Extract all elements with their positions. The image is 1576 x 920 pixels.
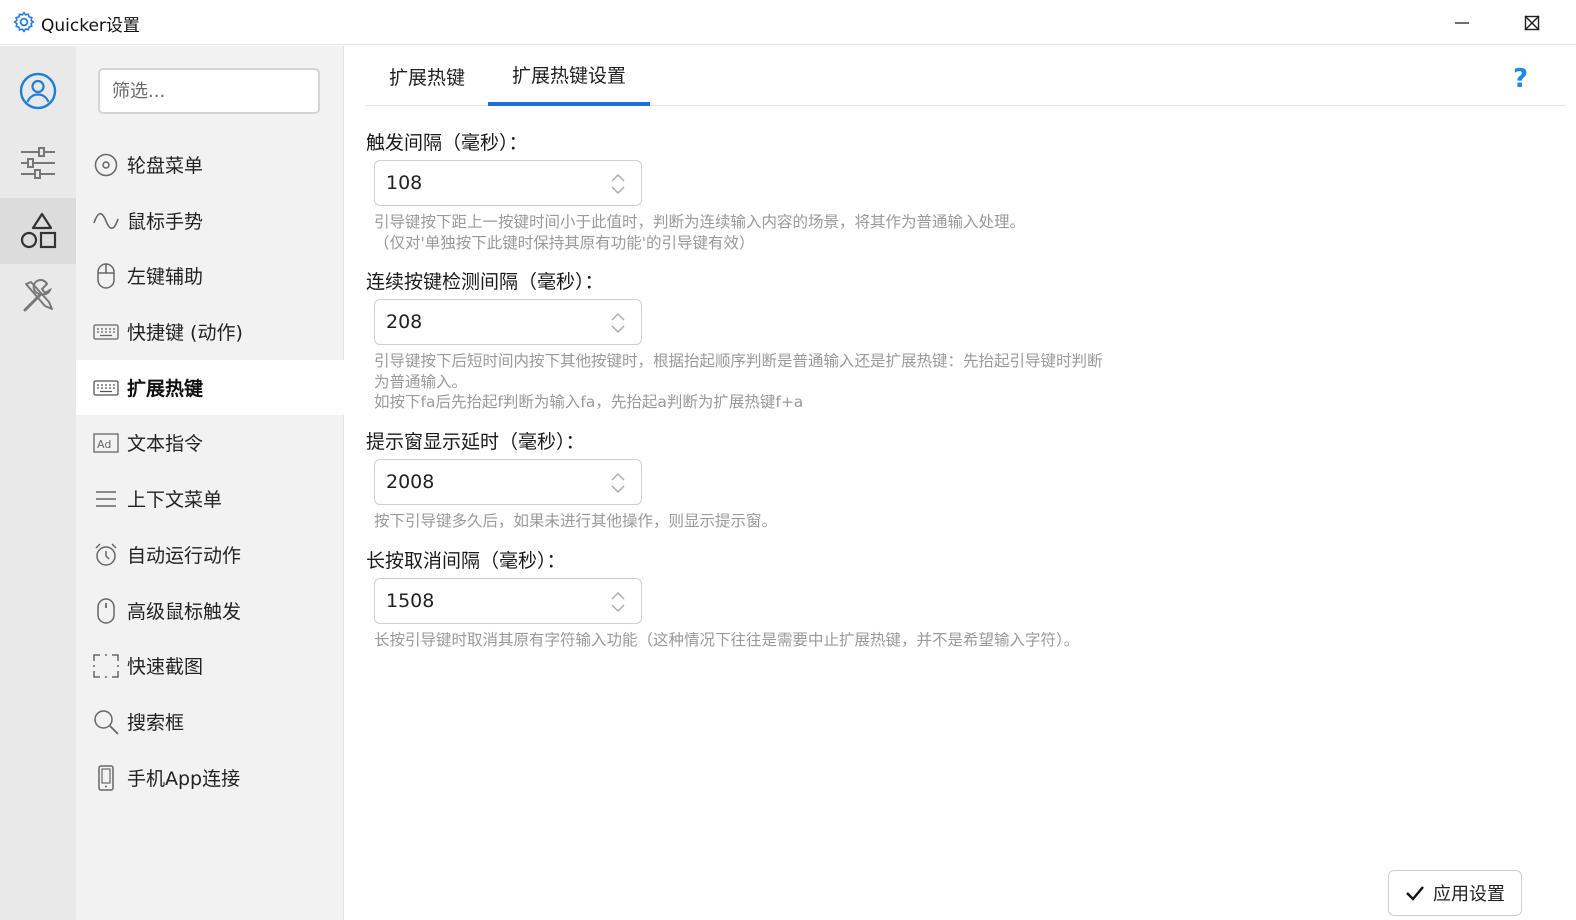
gesture-wave-icon bbox=[93, 208, 119, 234]
keyboard-icon bbox=[93, 375, 119, 401]
menu-item-label: 自动运行动作 bbox=[127, 545, 242, 567]
menu-item-wheel[interactable]: 轮盘菜单 bbox=[76, 137, 344, 192]
long-press-cancel-spinbox[interactable]: 1508 bbox=[374, 578, 642, 624]
wheel-icon bbox=[93, 152, 119, 178]
trigger-interval-spinbox[interactable]: 108 bbox=[374, 160, 642, 206]
menu-item-left-click[interactable]: 左键辅助 bbox=[76, 248, 344, 303]
spin-arrows-icon[interactable] bbox=[609, 170, 627, 198]
user-avatar-icon bbox=[19, 72, 57, 110]
keyboard-icon bbox=[93, 319, 119, 345]
menu-item-label: 文本指令 bbox=[127, 433, 204, 455]
menu-item-label: 轮盘菜单 bbox=[127, 155, 204, 177]
rail-tools-button[interactable] bbox=[0, 264, 76, 330]
menu-item-advanced-mouse[interactable]: 高级鼠标触发 bbox=[76, 583, 344, 638]
tools-icon bbox=[23, 279, 53, 312]
tooltip-delay-label: 提示窗显示延时（毫秒）： bbox=[366, 431, 585, 453]
sliders-icon bbox=[21, 147, 55, 179]
consecutive-key-interval-value[interactable]: 208 bbox=[386, 311, 422, 333]
consecutive-key-interval-spinbox[interactable]: 208 bbox=[374, 299, 642, 345]
checkmark-icon bbox=[1406, 886, 1424, 901]
tooltip-delay-value[interactable]: 2008 bbox=[386, 471, 434, 493]
spin-arrows-icon[interactable] bbox=[609, 588, 627, 616]
menu-item-label: 扩展热键 bbox=[127, 378, 204, 400]
feature-menu: 轮盘菜单 鼠标手势 左键辅助 快捷键 (动作) 扩展热键 Ad 文本指令 bbox=[76, 46, 344, 920]
menu-item-search-box[interactable]: 搜索框 bbox=[76, 694, 344, 749]
svg-text:Ad: Ad bbox=[97, 438, 111, 451]
apply-settings-button[interactable]: 应用设置 bbox=[1388, 870, 1522, 916]
apply-settings-label: 应用设置 bbox=[1433, 884, 1505, 905]
tab-label: 扩展热键设置 bbox=[511, 64, 626, 87]
title-bar: Quicker设置 bbox=[0, 0, 1576, 45]
screenshot-frame-icon bbox=[93, 653, 119, 679]
mouse-icon bbox=[93, 597, 119, 624]
tab-bar: 扩展热键 扩展热键设置 bbox=[366, 46, 1566, 106]
gear-icon bbox=[12, 10, 36, 34]
phone-icon bbox=[93, 764, 119, 791]
menu-item-extended-hotkey[interactable]: 扩展热键 bbox=[76, 360, 344, 415]
spin-arrows-icon[interactable] bbox=[609, 469, 627, 497]
long-press-cancel-description: 长按引导键时取消其原有字符输入功能（这种情况下往往是需要中止扩展热键，并不是希望… bbox=[374, 631, 1080, 649]
alarm-clock-icon bbox=[93, 542, 119, 568]
category-rail bbox=[0, 46, 76, 920]
menu-item-label: 手机App连接 bbox=[127, 768, 241, 790]
consecutive-key-interval-label: 连续按键检测间隔（毫秒）： bbox=[366, 271, 604, 293]
tooltip-delay-description: 按下引导键多久后，如果未进行其他操作，则显示提示窗。 bbox=[374, 512, 778, 530]
spin-arrows-icon[interactable] bbox=[609, 309, 627, 337]
trigger-interval-description: 引导键按下距上一按键时间小于此值时，判断为连续输入内容的场景，将其作为普通输入处… bbox=[374, 213, 1026, 252]
minimize-button[interactable] bbox=[1427, 0, 1497, 45]
menu-item-context-menu[interactable]: 上下文菜单 bbox=[76, 471, 344, 526]
tooltip-delay-spinbox[interactable]: 2008 bbox=[374, 459, 642, 505]
close-icon bbox=[1524, 15, 1540, 30]
mouse-icon bbox=[93, 262, 119, 289]
rail-features-button[interactable] bbox=[0, 198, 76, 264]
menu-item-label: 上下文菜单 bbox=[127, 489, 223, 511]
menu-item-label: 搜索框 bbox=[127, 712, 185, 734]
search-icon bbox=[93, 709, 119, 735]
rail-user-button[interactable] bbox=[0, 58, 76, 124]
tab-extended-hotkey-settings[interactable]: 扩展热键设置 bbox=[488, 46, 650, 106]
consecutive-key-interval-description: 引导键按下后短时间内按下其他按键时，根据抬起顺序判断是普通输入还是扩展热键：先抬… bbox=[374, 352, 1103, 411]
list-lines-icon bbox=[93, 486, 119, 512]
filter-input[interactable] bbox=[98, 68, 320, 114]
trigger-interval-label: 触发间隔（毫秒）： bbox=[366, 132, 528, 154]
menu-item-gesture[interactable]: 鼠标手势 bbox=[76, 193, 344, 248]
menu-item-auto-run[interactable]: 自动运行动作 bbox=[76, 527, 344, 582]
menu-item-text-command[interactable]: Ad 文本指令 bbox=[76, 415, 344, 470]
minimize-icon bbox=[1455, 21, 1469, 24]
tab-extended-hotkey[interactable]: 扩展热键 bbox=[376, 46, 478, 106]
menu-item-mobile-app[interactable]: 手机App连接 bbox=[76, 750, 344, 805]
menu-item-label: 左键辅助 bbox=[127, 266, 204, 288]
trigger-interval-value[interactable]: 108 bbox=[386, 172, 422, 194]
shapes-icon bbox=[20, 212, 57, 249]
menu-item-label: 鼠标手势 bbox=[127, 211, 204, 233]
long-press-cancel-value[interactable]: 1508 bbox=[386, 590, 434, 612]
ad-text-icon: Ad bbox=[93, 430, 119, 456]
menu-item-label: 高级鼠标触发 bbox=[127, 601, 242, 623]
menu-item-label: 快捷键 (动作) bbox=[127, 322, 243, 344]
tab-label: 扩展热键 bbox=[388, 66, 465, 89]
window-title: Quicker设置 bbox=[41, 16, 140, 36]
rail-settings-button[interactable] bbox=[0, 130, 76, 196]
menu-item-label: 快速截图 bbox=[127, 656, 204, 678]
close-button[interactable] bbox=[1499, 0, 1565, 45]
menu-item-screenshot[interactable]: 快速截图 bbox=[76, 638, 344, 693]
help-icon[interactable]: ? bbox=[1513, 64, 1528, 94]
long-press-cancel-label: 长按取消间隔（毫秒）： bbox=[366, 550, 566, 572]
menu-item-shortcut[interactable]: 快捷键 (动作) bbox=[76, 304, 344, 359]
